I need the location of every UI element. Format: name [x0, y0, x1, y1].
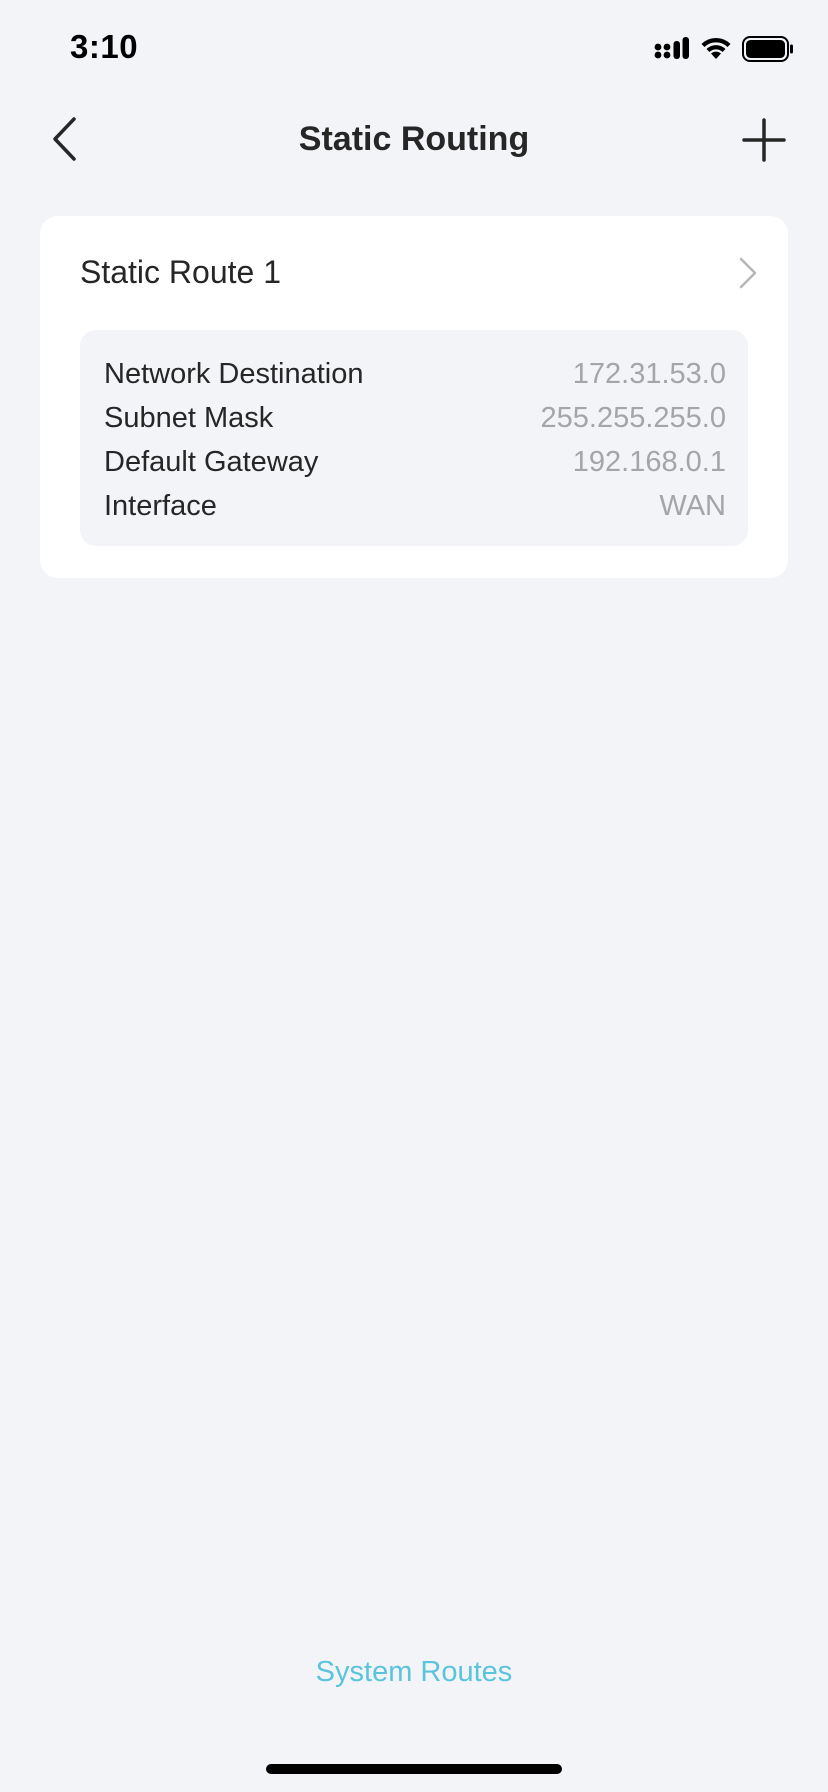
navigation-bar: Static Routing [0, 100, 828, 180]
battery-icon [742, 36, 794, 62]
static-route-row[interactable]: Static Route 1 [40, 216, 788, 326]
cellular-signal-icon [654, 37, 690, 61]
status-icons [654, 36, 794, 62]
detail-row-subnet-mask: Subnet Mask 255.255.255.0 [104, 396, 726, 440]
detail-label: Default Gateway [104, 445, 319, 478]
static-route-card: Static Route 1 Network Destination 172.3… [40, 216, 788, 578]
detail-value: 172.31.53.0 [572, 357, 726, 390]
page-title: Static Routing [298, 120, 530, 158]
detail-row-network-destination: Network Destination 172.31.53.0 [104, 352, 726, 396]
add-route-button[interactable] [736, 114, 792, 170]
detail-row-interface: Interface WAN [104, 484, 726, 528]
home-indicator [266, 1764, 562, 1774]
detail-label: Network Destination [104, 357, 364, 390]
status-time: 3:10 [70, 28, 139, 65]
plus-icon [742, 117, 786, 167]
route-name: Static Route 1 [80, 254, 281, 290]
system-routes-link[interactable]: System Routes [0, 1656, 828, 1689]
status-bar: 3:10 [0, 0, 828, 100]
detail-value: 192.168.0.1 [572, 445, 726, 478]
detail-value: 255.255.255.0 [540, 401, 726, 434]
chevron-right-icon [738, 256, 758, 295]
route-details: Network Destination 172.31.53.0 Subnet M… [80, 330, 748, 546]
detail-value: WAN [659, 489, 726, 522]
detail-label: Subnet Mask [104, 401, 274, 434]
wifi-icon [700, 37, 732, 61]
detail-row-default-gateway: Default Gateway 192.168.0.1 [104, 440, 726, 484]
detail-label: Interface [104, 489, 217, 522]
